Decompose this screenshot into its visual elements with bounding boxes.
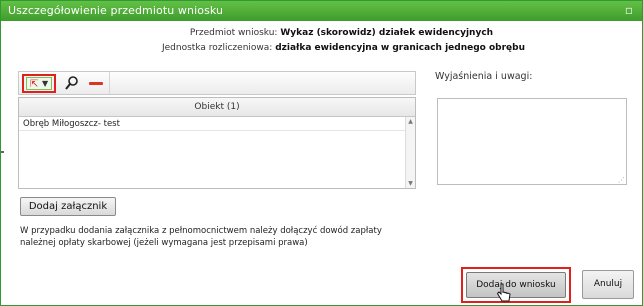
- add-object-button[interactable]: ⇱ ▼: [22, 74, 56, 93]
- scroll-up-icon[interactable]: ▲: [407, 118, 414, 125]
- unit-value: działka ewidencyjna w granicach jednego …: [275, 43, 526, 53]
- subject-row: Przedmiot wniosku: Wykaz (skorowidz) dzi…: [1, 26, 642, 41]
- search-icon[interactable]: [64, 75, 80, 91]
- column-header-object[interactable]: Obiekt (1): [19, 98, 415, 117]
- dialog-title: Uszczegółowienie przedmiotu wniosku: [8, 4, 224, 17]
- table-scrollbar[interactable]: ▲ ▼: [405, 117, 415, 188]
- add-object-dropdown-icon: ⇱ ▼: [26, 77, 52, 90]
- request-info: Przedmiot wniosku: Wykaz (skorowidz) dzi…: [1, 26, 642, 56]
- subject-value: Wykaz (skorowidz) działek ewidencyjnych: [280, 28, 494, 38]
- toolbar-divider: [109, 72, 110, 94]
- scroll-down-icon[interactable]: ▼: [407, 180, 414, 187]
- objects-table: Obiekt (1) Obręb Miłogoszcz- test ▲ ▼: [18, 97, 416, 189]
- close-icon[interactable]: ▫: [623, 3, 635, 17]
- chevron-down-icon: ▼: [42, 79, 49, 88]
- add-to-request-highlight: Dodaj do wniosku: [461, 267, 571, 303]
- unit-label: Jednostka rozliczeniowa:: [161, 43, 273, 53]
- cancel-button[interactable]: Anuluj: [582, 270, 634, 299]
- add-to-request-button[interactable]: Dodaj do wniosku: [466, 272, 566, 298]
- remove-icon[interactable]: [89, 76, 103, 90]
- edge-marker: [1, 151, 4, 153]
- objects-toolbar: ⇱ ▼: [18, 71, 416, 95]
- attachment-note: W przypadku dodania załącznika z pełnomo…: [20, 226, 382, 248]
- dialog-titlebar[interactable]: Uszczegółowienie przedmiotu wniosku ▫: [1, 1, 642, 21]
- dialog-window: Uszczegółowienie przedmiotu wniosku ▫ Pr…: [0, 0, 643, 306]
- add-attachment-button[interactable]: Dodaj załącznik: [20, 197, 116, 216]
- unit-row: Jednostka rozliczeniowa: działka ewidenc…: [1, 41, 642, 56]
- remarks-textarea[interactable]: [437, 98, 627, 185]
- remarks-label: Wyjaśnienia i uwagi:: [435, 71, 533, 82]
- table-row[interactable]: Obręb Miłogoszcz- test: [19, 117, 405, 131]
- resize-grip-icon[interactable]: ⋰: [618, 176, 625, 184]
- hand-cursor-icon: [496, 283, 512, 303]
- subject-label: Przedmiot wniosku:: [189, 28, 278, 38]
